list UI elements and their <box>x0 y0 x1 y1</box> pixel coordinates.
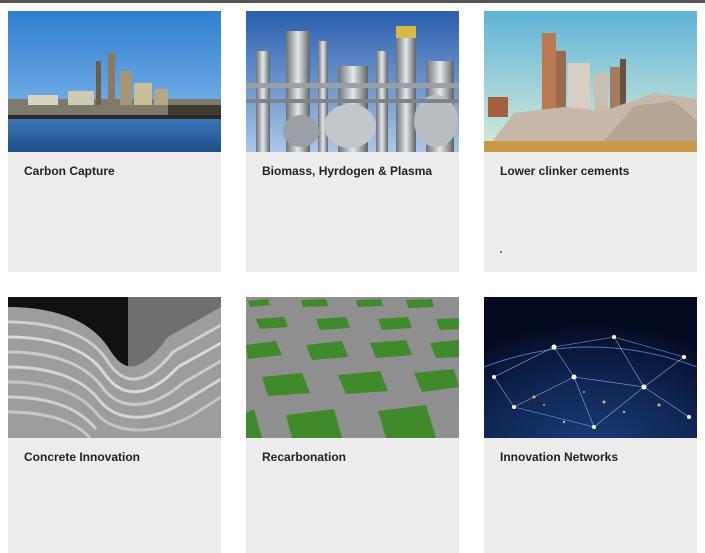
industrial-plant-waterfront-image[interactable] <box>8 11 221 152</box>
card-title[interactable]: Recarbonation <box>262 450 346 464</box>
card-biomass-hydrogen-plasma[interactable]: Biomass, Hyrdogen & Plasma <box>246 11 459 272</box>
decorative-dot <box>500 251 502 253</box>
earth-night-network-image[interactable] <box>484 297 697 438</box>
3d-printed-concrete-layers-image[interactable] <box>8 297 221 438</box>
card-title[interactable]: Concrete Innovation <box>24 450 140 464</box>
card-recarbonation[interactable]: Recarbonation <box>246 297 459 553</box>
card-title[interactable]: Biomass, Hyrdogen & Plasma <box>262 164 432 178</box>
top-divider <box>0 0 705 3</box>
card-title[interactable]: Carbon Capture <box>24 164 115 178</box>
refinery-tanks-pipes-image[interactable] <box>246 11 459 152</box>
card-concrete-innovation[interactable]: Concrete Innovation <box>8 297 221 553</box>
cement-plant-gravel-image[interactable] <box>484 11 697 152</box>
card-lower-clinker-cements[interactable]: Lower clinker cements <box>484 11 697 272</box>
grass-paver-grid-image[interactable] <box>246 297 459 438</box>
card-carbon-capture[interactable]: Carbon Capture <box>8 11 221 272</box>
card-title[interactable]: Lower clinker cements <box>500 164 629 178</box>
card-title[interactable]: Innovation Networks <box>500 450 618 464</box>
card-innovation-networks[interactable]: Innovation Networks <box>484 297 697 553</box>
